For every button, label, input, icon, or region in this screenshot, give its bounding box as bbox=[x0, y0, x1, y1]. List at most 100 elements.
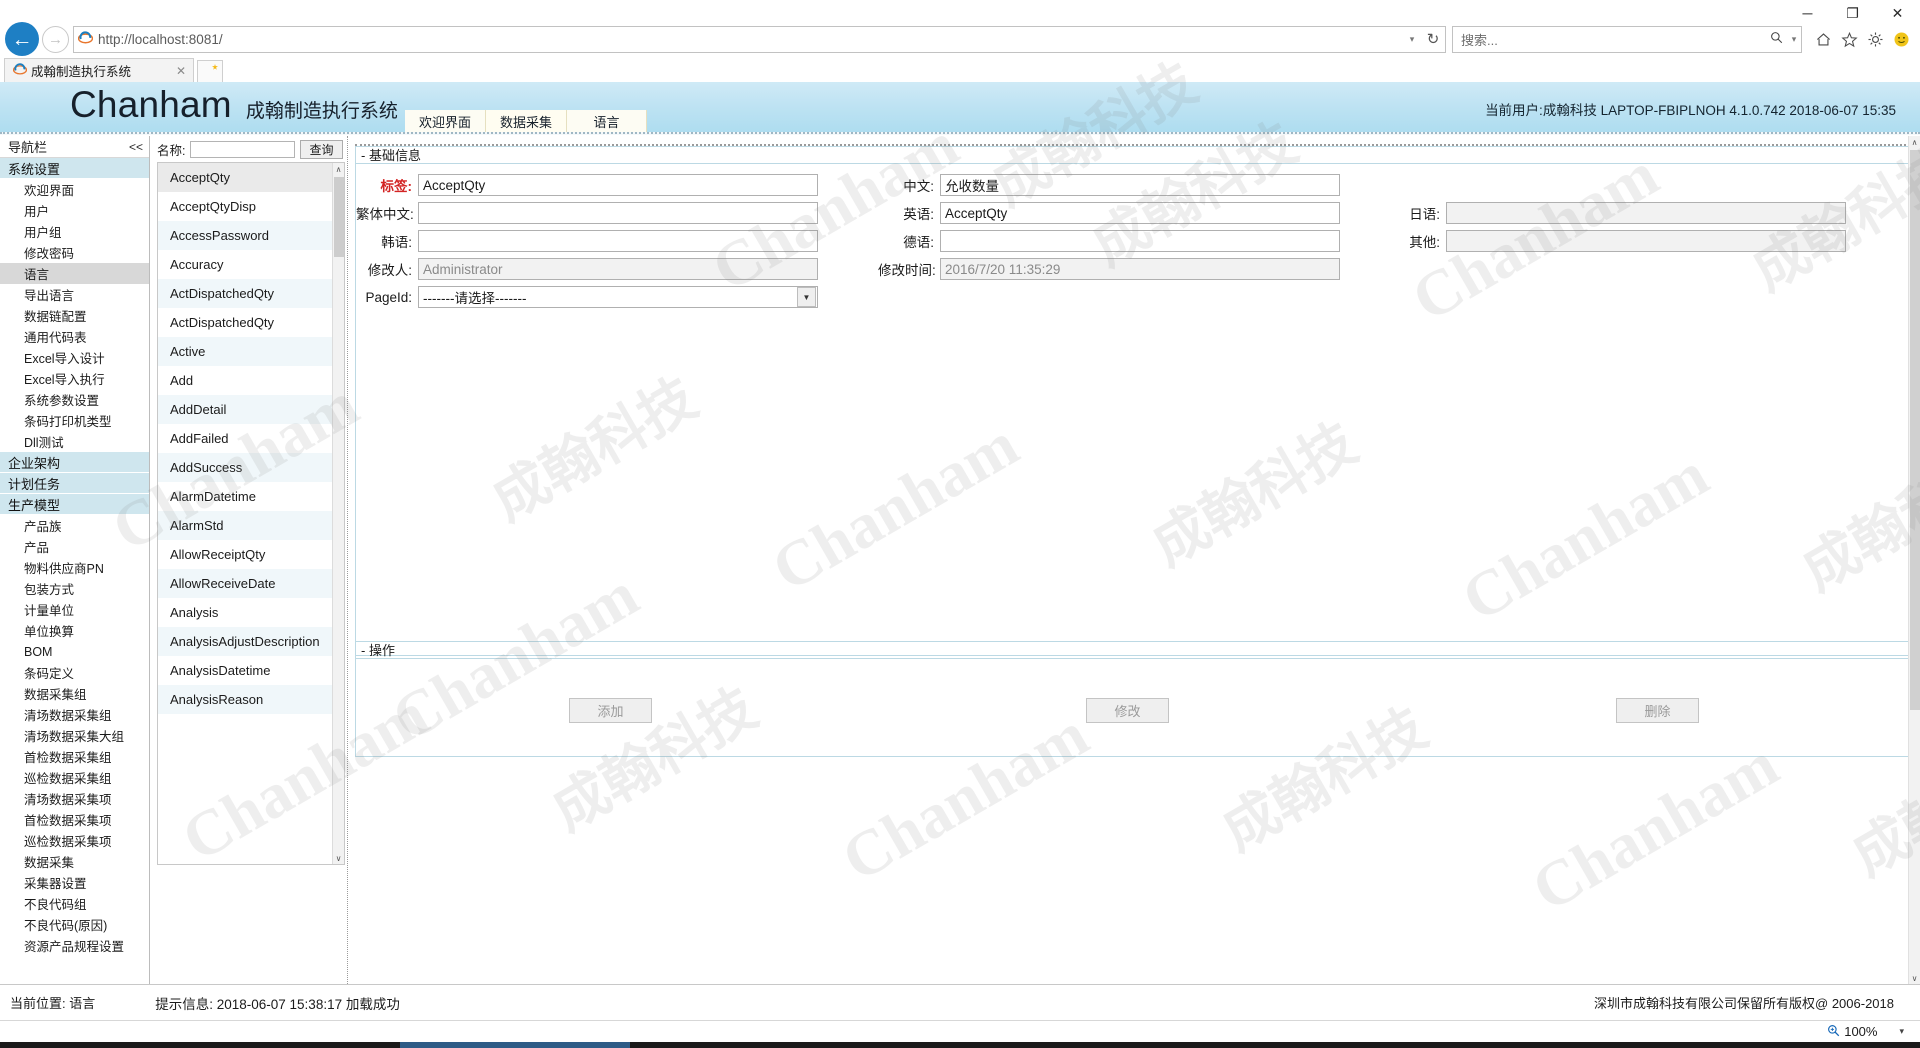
list-item[interactable]: ActDispatchedQty bbox=[158, 279, 332, 308]
other-input[interactable] bbox=[1446, 230, 1846, 252]
query-button[interactable]: 查询 bbox=[300, 139, 343, 159]
search-icon[interactable] bbox=[1765, 31, 1787, 47]
nav-item-defect-code-group[interactable]: 不良代码组 bbox=[0, 893, 149, 914]
chevron-down-icon[interactable]: ▼ bbox=[797, 287, 816, 307]
chinese-input[interactable]: 允收数量 bbox=[940, 174, 1340, 196]
list-item[interactable]: AllowReceiptQty bbox=[158, 540, 332, 569]
nav-item-bom[interactable]: BOM bbox=[0, 641, 149, 662]
nav-item-clearance-collection-item[interactable]: 清场数据采集项 bbox=[0, 788, 149, 809]
scroll-up-icon[interactable]: ∧ bbox=[333, 163, 344, 175]
nav-item-supplier-pn[interactable]: 物料供应商PN bbox=[0, 557, 149, 578]
list-item[interactable]: AccessPassword bbox=[158, 221, 332, 250]
nav-item-user[interactable]: 用户 bbox=[0, 200, 149, 221]
nav-item-resource-product-procedure[interactable]: 资源产品规程设置 bbox=[0, 935, 149, 956]
nav-item-defect-code-reason[interactable]: 不良代码(原因) bbox=[0, 914, 149, 935]
english-input[interactable]: AcceptQty bbox=[940, 202, 1340, 224]
list-item[interactable]: AlarmDatetime bbox=[158, 482, 332, 511]
content-scroll-up-icon[interactable]: ∧ bbox=[1909, 136, 1920, 148]
search-input[interactable] bbox=[190, 140, 295, 158]
address-dropdown-icon[interactable]: ▾ bbox=[1403, 34, 1421, 45]
nav-group-planned-tasks[interactable]: 计划任务 bbox=[0, 473, 149, 494]
nav-item-common-code-table[interactable]: 通用代码表 bbox=[0, 326, 149, 347]
nav-item-unit-conversion[interactable]: 单位换算 bbox=[0, 620, 149, 641]
list-item[interactable]: AnalysisAdjustDescription bbox=[158, 627, 332, 656]
list-item[interactable]: AnalysisReason bbox=[158, 685, 332, 714]
browser-tab[interactable]: 成翰制造执行系统 ✕ bbox=[4, 58, 194, 82]
scroll-down-icon[interactable]: ∨ bbox=[333, 852, 344, 864]
nav-item-change-password[interactable]: 修改密码 bbox=[0, 242, 149, 263]
collapse-sidebar-button[interactable]: << bbox=[129, 140, 143, 154]
german-input[interactable] bbox=[940, 230, 1340, 252]
list-item[interactable]: AcceptQty bbox=[158, 163, 332, 192]
list-item[interactable]: ActDispatchedQty bbox=[158, 308, 332, 337]
traditional-input[interactable] bbox=[418, 202, 818, 224]
content-scrollbar[interactable]: ∧ ∨ bbox=[1908, 136, 1920, 984]
address-bar[interactable]: http://localhost:8081/ ▾ ↻ bbox=[73, 25, 1446, 53]
nav-item-barcode-printer-type[interactable]: 条码打印机类型 bbox=[0, 410, 149, 431]
nav-item-language[interactable]: 语言 bbox=[0, 263, 149, 284]
tab-welcome[interactable]: 欢迎界面 bbox=[405, 110, 487, 132]
list-item[interactable]: Analysis bbox=[158, 598, 332, 627]
japanese-input[interactable] bbox=[1446, 202, 1846, 224]
content-scroll-down-icon[interactable]: ∨ bbox=[1909, 972, 1920, 984]
nav-item-datalink-config[interactable]: 数据链配置 bbox=[0, 305, 149, 326]
list-item[interactable]: AddSuccess bbox=[158, 453, 332, 482]
new-tab-button[interactable] bbox=[197, 60, 223, 82]
forward-icon[interactable]: → bbox=[42, 25, 69, 53]
nav-item-user-group[interactable]: 用户组 bbox=[0, 221, 149, 242]
reload-icon[interactable]: ↻ bbox=[1421, 30, 1445, 48]
back-icon[interactable]: ← bbox=[5, 22, 39, 56]
add-button[interactable]: 添加 bbox=[569, 698, 652, 723]
taskbar-item[interactable] bbox=[400, 1042, 630, 1048]
list-item[interactable]: Add bbox=[158, 366, 332, 395]
nav-group-enterprise-structure[interactable]: 企业架构 bbox=[0, 452, 149, 473]
tab-language[interactable]: 语言 bbox=[567, 110, 648, 132]
nav-item-measurement-unit[interactable]: 计量单位 bbox=[0, 599, 149, 620]
tab-data-collection[interactable]: 数据采集 bbox=[486, 110, 568, 132]
nav-item-product-family[interactable]: 产品族 bbox=[0, 515, 149, 536]
nav-item-dll-test[interactable]: Dll测试 bbox=[0, 431, 149, 452]
tab-close-icon[interactable]: ✕ bbox=[173, 64, 189, 78]
browser-search-box[interactable]: 搜索... ▾ bbox=[1452, 25, 1802, 53]
nav-item-clearance-collection-biggroup[interactable]: 清场数据采集大组 bbox=[0, 725, 149, 746]
zoom-indicator[interactable]: 100% ▾ bbox=[1827, 1024, 1904, 1040]
page-id-select[interactable]: -------请选择------- ▼ bbox=[418, 286, 818, 308]
nav-item-first-inspection-group[interactable]: 首检数据采集组 bbox=[0, 746, 149, 767]
favorites-star-icon[interactable] bbox=[1836, 26, 1862, 52]
smiley-icon[interactable] bbox=[1888, 26, 1914, 52]
nav-group-production-model[interactable]: 生产模型 bbox=[0, 494, 149, 515]
list-item[interactable]: AnalysisDatetime bbox=[158, 656, 332, 685]
list-scrollbar[interactable]: ∧ ∨ bbox=[332, 163, 344, 864]
nav-item-welcome[interactable]: 欢迎界面 bbox=[0, 179, 149, 200]
nav-item-system-parameters[interactable]: 系统参数设置 bbox=[0, 389, 149, 410]
nav-item-excel-import-run[interactable]: Excel导入执行 bbox=[0, 368, 149, 389]
list-item[interactable]: Active bbox=[158, 337, 332, 366]
nav-item-barcode-definition[interactable]: 条码定义 bbox=[0, 662, 149, 683]
search-dropdown-icon[interactable]: ▾ bbox=[1787, 34, 1801, 45]
label-input[interactable]: AcceptQty bbox=[418, 174, 818, 196]
nav-item-packaging-method[interactable]: 包装方式 bbox=[0, 578, 149, 599]
nav-item-data-collection-group[interactable]: 数据采集组 bbox=[0, 683, 149, 704]
home-icon[interactable] bbox=[1810, 26, 1836, 52]
nav-item-first-inspection-item[interactable]: 首检数据采集项 bbox=[0, 809, 149, 830]
settings-gear-icon[interactable] bbox=[1862, 26, 1888, 52]
list-item[interactable]: AlarmStd bbox=[158, 511, 332, 540]
nav-item-excel-import-design[interactable]: Excel导入设计 bbox=[0, 347, 149, 368]
list-item[interactable]: AddFailed bbox=[158, 424, 332, 453]
nav-item-patrol-inspection-group[interactable]: 巡检数据采集组 bbox=[0, 767, 149, 788]
list-item[interactable]: AllowReceiveDate bbox=[158, 569, 332, 598]
scrollbar-thumb[interactable] bbox=[334, 177, 344, 257]
nav-item-product[interactable]: 产品 bbox=[0, 536, 149, 557]
list-item[interactable]: AddDetail bbox=[158, 395, 332, 424]
nav-item-export-language[interactable]: 导出语言 bbox=[0, 284, 149, 305]
nav-item-clearance-collection-group[interactable]: 清场数据采集组 bbox=[0, 704, 149, 725]
nav-item-patrol-inspection-item[interactable]: 巡检数据采集项 bbox=[0, 830, 149, 851]
delete-button[interactable]: 删除 bbox=[1616, 698, 1699, 723]
nav-group-system-settings[interactable]: 系统设置 bbox=[0, 158, 149, 179]
korean-input[interactable] bbox=[418, 230, 818, 252]
modify-button[interactable]: 修改 bbox=[1086, 698, 1169, 723]
list-item[interactable]: AcceptQtyDisp bbox=[158, 192, 332, 221]
nav-item-data-collection[interactable]: 数据采集 bbox=[0, 851, 149, 872]
zoom-dropdown-icon[interactable]: ▾ bbox=[1899, 1026, 1904, 1037]
content-scrollbar-thumb[interactable] bbox=[1910, 150, 1920, 710]
